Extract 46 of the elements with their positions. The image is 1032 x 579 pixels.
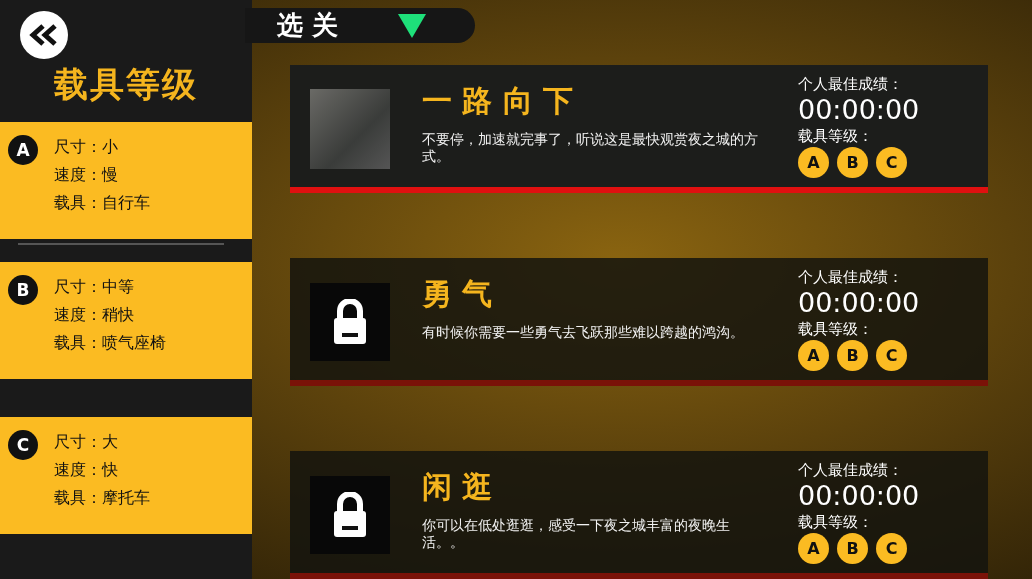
best-time: 00:00:00 <box>798 93 920 127</box>
vehicle-grade-label: 载具等级： <box>798 127 874 145</box>
grade-badge: A <box>798 340 829 371</box>
level-title: 闲 逛 <box>422 469 494 505</box>
grade-badge: C <box>876 533 907 564</box>
class-info-text: 速度：稍快 <box>54 304 135 325</box>
sidebar-title: 载具等级 <box>54 63 198 106</box>
grade-badge: C <box>8 430 38 460</box>
class-info-text: 尺寸：大 <box>54 431 119 452</box>
grade-badge: B <box>8 275 38 305</box>
double-chevron-left-icon <box>29 24 59 46</box>
grade-badge: B <box>837 340 868 371</box>
class-info-text: 载具：喷气座椅 <box>54 332 166 353</box>
grade-badge: A <box>798 147 829 178</box>
back-button[interactable] <box>20 11 68 59</box>
class-info-text: 载具：摩托车 <box>54 487 150 508</box>
level-card[interactable]: 一 路 向 下 不要停，加速就完事了，听说这是最快观赏夜之城的方式。 个人最佳成绩： 00:00:00 载具等级： A B C <box>290 65 988 193</box>
best-time: 00:00:00 <box>798 286 920 320</box>
dropdown-triangle-icon[interactable] <box>398 13 427 38</box>
header-title: 选 关 <box>277 9 339 42</box>
class-info-text: 载具：自行车 <box>54 192 150 213</box>
vehicle-grade-label: 载具等级： <box>798 513 874 531</box>
best-score-label: 个人最佳成绩： <box>798 268 904 286</box>
grade-badge: C <box>876 147 907 178</box>
grade-badge: B <box>837 147 868 178</box>
best-time: 00:00:00 <box>798 479 920 513</box>
class-info-text: 速度：慢 <box>54 164 119 185</box>
grade-badge: B <box>837 533 868 564</box>
grade-badge: A <box>8 135 38 165</box>
class-info-text: 速度：快 <box>54 459 119 480</box>
best-score-label: 个人最佳成绩： <box>798 461 904 479</box>
level-card[interactable]: 闲 逛 你可以在低处逛逛，感受一下夜之城丰富的夜晚生活。。 个人最佳成绩： 00:00:00 载具等级： A B C <box>290 451 988 579</box>
lock-icon <box>310 283 390 361</box>
lock-icon <box>310 476 390 554</box>
grade-badge: A <box>798 533 829 564</box>
class-info-text: 尺寸：中等 <box>54 276 135 297</box>
level-description: 你可以在低处逛逛，感受一下夜之城丰富的夜晚生活。。 <box>422 517 731 551</box>
level-title: 一 路 向 下 <box>422 83 575 119</box>
best-score-label: 个人最佳成绩： <box>798 75 904 93</box>
level-description: 不要停，加速就完事了，听说这是最快观赏夜之城的方式。 <box>422 131 759 165</box>
grade-badge: C <box>876 340 907 371</box>
level-description: 有时候你需要一些勇气去飞跃那些难以跨越的鸿沟。 <box>422 324 745 341</box>
level-card[interactable]: 勇 气 有时候你需要一些勇气去飞跃那些难以跨越的鸿沟。 个人最佳成绩： 00:00:00 载具等级： A B C <box>290 258 988 386</box>
class-info-text: 尺寸：小 <box>54 136 119 157</box>
vehicle-grade-label: 载具等级： <box>798 320 874 338</box>
level-title: 勇 气 <box>422 276 494 312</box>
